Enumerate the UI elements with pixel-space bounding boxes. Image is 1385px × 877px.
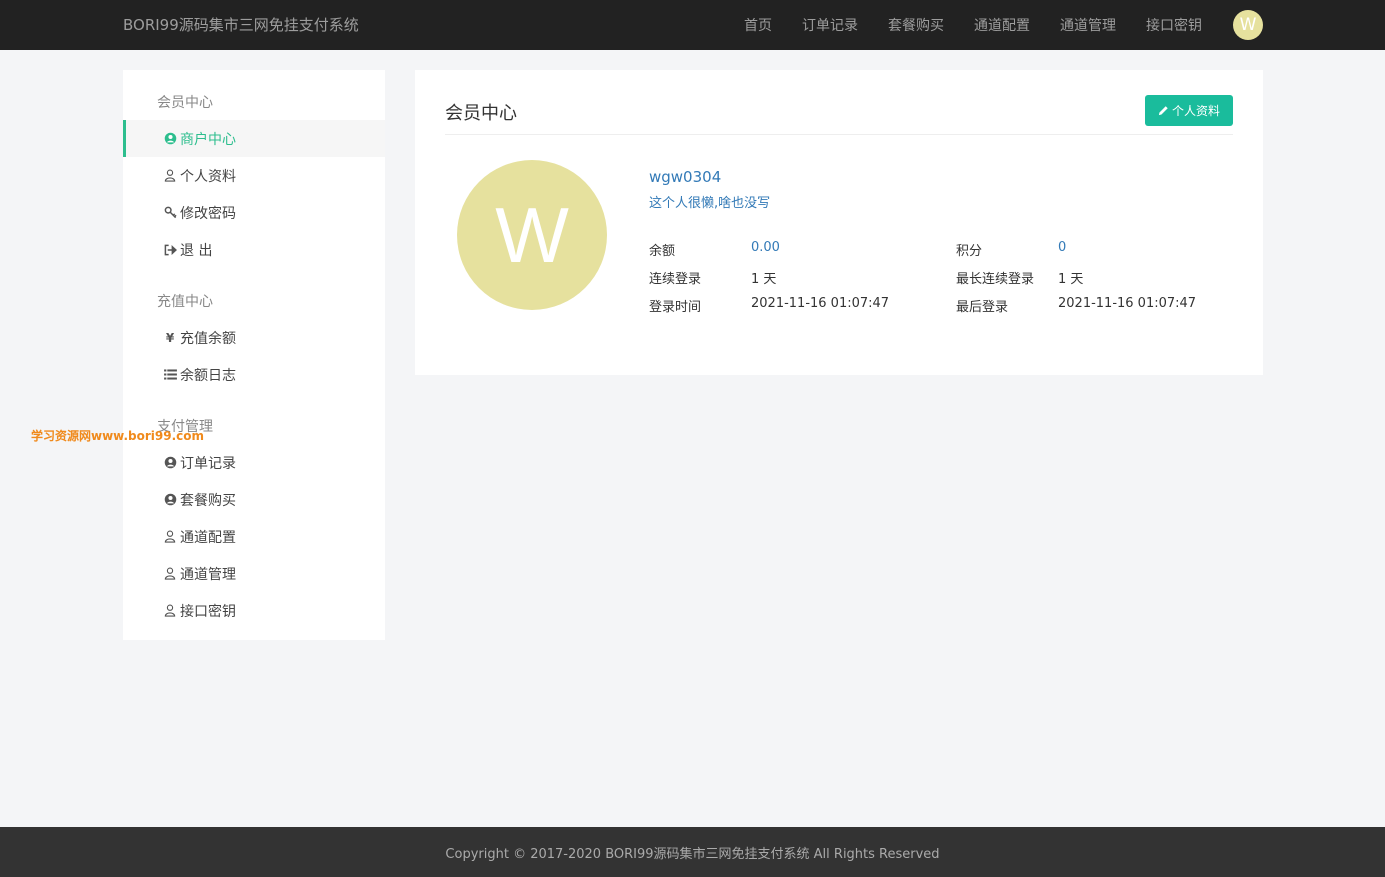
sidebar: 会员中心 商户中心 个人资料 修改密码 退 出 充值中心 ¥ 充值余额 余额日志… bbox=[123, 70, 385, 640]
max-streak-label: 最长连续登录 bbox=[956, 272, 1035, 287]
member-center-panel: 会员中心 个人资料 W wgw0304 这个人很懒,啥也没写 余额 0.00 积… bbox=[415, 70, 1263, 375]
points-value[interactable]: 0 bbox=[1058, 240, 1066, 255]
nav-orders[interactable]: 订单记录 bbox=[802, 15, 858, 35]
yen-icon: ¥ bbox=[165, 330, 175, 345]
profile-button[interactable]: 个人资料 bbox=[1145, 95, 1233, 126]
sidebar-item-channel-manage[interactable]: 通道管理 bbox=[123, 555, 385, 592]
streak-label: 连续登录 bbox=[649, 272, 702, 287]
sidebar-item-balance-log[interactable]: 余额日志 bbox=[123, 356, 385, 393]
sidebar-item-recharge[interactable]: ¥ 充值余额 bbox=[123, 319, 385, 356]
user-circle-icon bbox=[161, 132, 179, 146]
watermark-text: 学习资源网www.bori99.com bbox=[31, 429, 205, 443]
balance-label: 余额 bbox=[649, 244, 676, 259]
sidebar-item-label: 接口密钥 bbox=[180, 603, 236, 620]
points-label: 积分 bbox=[956, 244, 983, 259]
nav-channel-manage[interactable]: 通道管理 bbox=[1060, 15, 1116, 35]
user-circle-icon bbox=[161, 456, 179, 470]
last-login-value: 2021-11-16 01:07:47 bbox=[1058, 296, 1197, 311]
login-time-value: 2021-11-16 01:07:47 bbox=[751, 296, 890, 311]
sidebar-item-label: 余额日志 bbox=[180, 367, 236, 384]
max-streak-value: 1 天 bbox=[1058, 272, 1084, 287]
last-login-label: 最后登录 bbox=[956, 300, 1009, 315]
sidebar-item-packages[interactable]: 套餐购买 bbox=[123, 481, 385, 518]
sidebar-item-label: 修改密码 bbox=[180, 205, 236, 222]
sidebar-item-profile[interactable]: 个人资料 bbox=[123, 157, 385, 194]
sidebar-item-api-key[interactable]: 接口密钥 bbox=[123, 592, 385, 629]
footer: Copyright © 2017-2020 BORI99源码集市三网免挂支付系统… bbox=[0, 827, 1385, 877]
user-icon bbox=[161, 530, 179, 544]
sidebar-item-orders[interactable]: 订单记录 bbox=[123, 444, 385, 481]
pencil-icon bbox=[1158, 105, 1169, 116]
page-title: 会员中心 bbox=[445, 103, 517, 124]
sidebar-item-change-password[interactable]: 修改密码 bbox=[123, 194, 385, 231]
sidebar-item-label: 通道管理 bbox=[180, 566, 236, 583]
login-time-label: 登录时间 bbox=[649, 300, 702, 315]
sign-out-icon bbox=[161, 243, 179, 257]
user-bio: 这个人很懒,啥也没写 bbox=[649, 196, 771, 211]
sidebar-group-title: 充值中心 bbox=[157, 294, 213, 310]
user-icon bbox=[161, 169, 179, 183]
sidebar-item-merchant-center[interactable]: 商户中心 bbox=[123, 120, 385, 157]
sidebar-item-label: 个人资料 bbox=[180, 168, 236, 185]
divider bbox=[445, 134, 1233, 135]
sidebar-item-logout[interactable]: 退 出 bbox=[123, 231, 385, 268]
nav-channel-config[interactable]: 通道配置 bbox=[974, 15, 1030, 35]
balance-value[interactable]: 0.00 bbox=[751, 240, 780, 255]
sidebar-item-label: 通道配置 bbox=[180, 529, 236, 546]
avatar: W bbox=[457, 160, 607, 310]
key-icon bbox=[161, 206, 179, 220]
user-circle-icon bbox=[161, 493, 179, 507]
sidebar-item-label: 充值余额 bbox=[180, 330, 236, 347]
nav-packages[interactable]: 套餐购买 bbox=[888, 15, 944, 35]
sidebar-item-label: 订单记录 bbox=[180, 455, 236, 472]
sidebar-item-label: 套餐购买 bbox=[180, 492, 236, 509]
streak-value: 1 天 bbox=[751, 272, 777, 287]
brand-title[interactable]: BORI99源码集市三网免挂支付系统 bbox=[123, 15, 359, 35]
nav-home[interactable]: 首页 bbox=[744, 15, 772, 35]
user-icon bbox=[161, 567, 179, 581]
sidebar-item-label: 商户中心 bbox=[180, 131, 236, 148]
copyright-text: Copyright © 2017-2020 BORI99源码集市三网免挂支付系统… bbox=[445, 847, 940, 862]
username-link[interactable]: wgw0304 bbox=[649, 168, 721, 186]
user-icon bbox=[161, 604, 179, 618]
nav-api-key[interactable]: 接口密钥 bbox=[1146, 15, 1202, 35]
list-icon bbox=[161, 368, 179, 382]
sidebar-item-label: 退 出 bbox=[180, 242, 213, 259]
sidebar-group-title: 会员中心 bbox=[157, 95, 213, 111]
top-nav: 首页 订单记录 套餐购买 通道配置 通道管理 接口密钥 W bbox=[744, 0, 1263, 50]
sidebar-item-channel-config[interactable]: 通道配置 bbox=[123, 518, 385, 555]
avatar[interactable]: W bbox=[1233, 10, 1263, 40]
top-navbar: BORI99源码集市三网免挂支付系统 首页 订单记录 套餐购买 通道配置 通道管… bbox=[0, 0, 1385, 50]
profile-button-label: 个人资料 bbox=[1171, 104, 1220, 118]
